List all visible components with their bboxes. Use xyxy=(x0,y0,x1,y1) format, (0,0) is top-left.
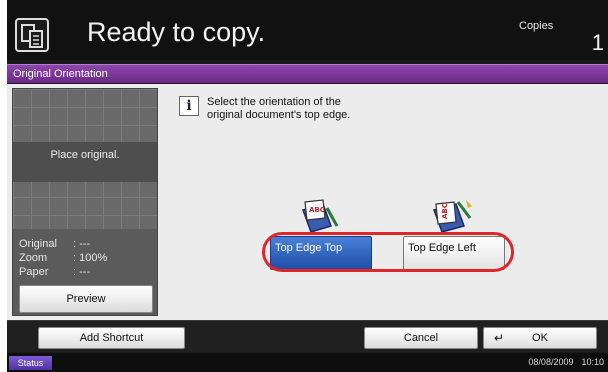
copies-count: 1 xyxy=(591,30,604,55)
info-label: Paper xyxy=(19,266,49,278)
ok-label: OK xyxy=(532,332,548,344)
instruction-line: original document's top edge. xyxy=(207,109,351,121)
top-edge-left-icon: ABC xyxy=(430,196,474,236)
copier-screen: Ready to copy. Copies 1 Original Orienta… xyxy=(7,0,608,372)
placeholder-band xyxy=(13,142,157,182)
status-button[interactable]: Status xyxy=(9,356,52,370)
info-row-paper: Paper : --- xyxy=(19,265,90,279)
action-bar: Add Shortcut Cancel ↵ OK xyxy=(7,320,608,352)
svg-text:ABC: ABC xyxy=(309,206,325,214)
cancel-button[interactable]: Cancel xyxy=(364,327,478,349)
info-label: Original xyxy=(19,238,57,250)
top-edge-top-icon: ABC xyxy=(297,196,341,236)
preview-button[interactable]: Preview xyxy=(19,285,153,313)
info-value: : --- xyxy=(73,266,91,278)
info-value: : --- xyxy=(73,238,91,250)
enter-icon: ↵ xyxy=(494,331,505,345)
datetime: 08/08/2009 10:10 xyxy=(528,357,604,367)
place-original-text: Place original. xyxy=(50,149,120,161)
ok-button[interactable]: ↵ OK xyxy=(483,327,597,349)
instruction-line: Select the orientation of the xyxy=(207,96,341,108)
info-label: Zoom xyxy=(19,252,48,264)
svg-text:ABC: ABC xyxy=(441,203,449,219)
instruction-text: Select the orientation of the original d… xyxy=(207,96,407,122)
preview-panel: Place original. Original : --- Zoom : 100%… xyxy=(12,88,158,316)
dialog-title-bar: Original Orientation xyxy=(7,64,608,83)
status-bar: Status 08/08/2009 10:10 xyxy=(7,353,608,372)
copies-label: Copies xyxy=(519,20,554,32)
add-shortcut-button[interactable]: Add Shortcut xyxy=(38,327,185,349)
dialog-title: Original Orientation xyxy=(13,68,108,80)
info-row-original: Original : --- xyxy=(19,237,90,251)
date-text: 08/08/2009 xyxy=(528,357,574,367)
main-panel: Place original. Original : --- Zoom : 100%… xyxy=(7,84,608,320)
highlight-ring xyxy=(262,232,514,272)
time-text: 10:10 xyxy=(581,357,604,367)
copy-icon[interactable] xyxy=(15,18,49,52)
info-value: : 100% xyxy=(73,252,108,264)
header: Ready to copy. Copies 1 xyxy=(7,0,608,60)
status-title: Ready to copy. xyxy=(87,17,266,47)
info-icon: i xyxy=(179,96,199,116)
info-row-zoom: Zoom : 100% xyxy=(19,251,107,265)
